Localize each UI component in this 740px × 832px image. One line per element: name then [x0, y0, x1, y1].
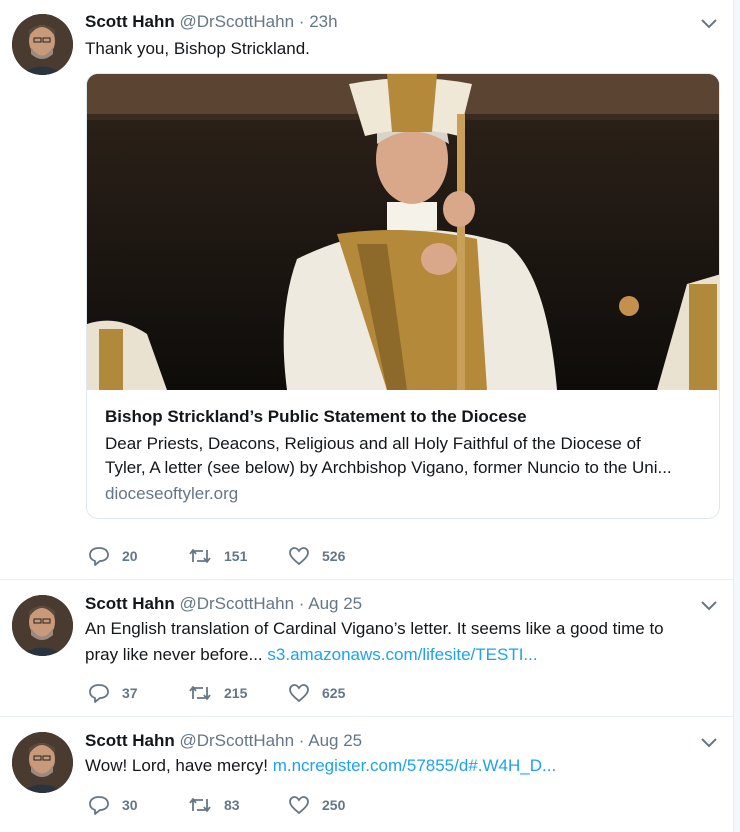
avatar-image	[12, 14, 73, 75]
card-description: Dear Priests, Deacons, Religious and all…	[105, 432, 703, 480]
author-handle[interactable]: @DrScottHahn	[179, 12, 294, 31]
like-count: 526	[322, 548, 346, 564]
reply-count: 30	[122, 797, 138, 813]
like-button[interactable]: 250	[288, 795, 345, 815]
avatar-image	[12, 595, 73, 656]
card-description-line: Tyler, A letter (see below) by Archbisho…	[105, 458, 672, 477]
author-handle[interactable]: @DrScottHahn	[179, 594, 294, 613]
tweet-text-line-2: pray like never before... s3.amazonaws.c…	[85, 642, 705, 668]
author-name[interactable]: Scott Hahn	[85, 731, 175, 750]
like-count: 250	[322, 797, 346, 813]
retweet-count: 151	[224, 548, 248, 564]
tweet-text-line: pray like never before...	[85, 645, 263, 664]
avatar[interactable]	[12, 595, 73, 656]
scrollbar-track[interactable]	[734, 0, 740, 832]
tweet[interactable]: Scott Hahn @DrScottHahn · 23h Thank you,…	[0, 0, 734, 580]
tweet-header: Scott Hahn @DrScottHahn · Aug 25	[85, 594, 362, 614]
bishop-photo	[87, 74, 719, 390]
tweet-timestamp[interactable]: Aug 25	[308, 594, 362, 613]
card-title: Bishop Strickland’s Public Statement to …	[105, 407, 527, 426]
card-description-line: Dear Priests, Deacons, Religious and all…	[105, 434, 641, 453]
author-name[interactable]: Scott Hahn	[85, 12, 175, 31]
tweet-timestamp[interactable]: Aug 25	[308, 731, 362, 750]
retweet-count: 215	[224, 685, 248, 701]
tweet-timestamp[interactable]: 23h	[309, 12, 337, 31]
retweet-icon	[189, 549, 211, 563]
tweet-text-content: Wow! Lord, have mercy!	[85, 756, 268, 775]
reply-button[interactable]: 20	[88, 546, 138, 566]
tweet-text: An English translation of Cardinal Vigan…	[85, 616, 705, 668]
avatar[interactable]	[12, 14, 73, 75]
reply-button[interactable]: 30	[88, 795, 138, 815]
retweet-button[interactable]: 215	[188, 683, 247, 703]
author-name[interactable]: Scott Hahn	[85, 594, 175, 613]
tweet-header: Scott Hahn @DrScottHahn · 23h	[85, 12, 338, 32]
retweet-count: 83	[224, 797, 240, 813]
like-button[interactable]: 526	[288, 546, 345, 566]
heart-icon	[289, 796, 309, 815]
reply-icon	[89, 547, 109, 566]
like-count: 625	[322, 685, 346, 701]
heart-icon	[289, 547, 309, 566]
chevron-down-icon[interactable]	[700, 600, 718, 612]
reply-count: 20	[122, 548, 138, 564]
tweet-link[interactable]: s3.amazonaws.com/lifesite/TESTI...	[267, 645, 537, 664]
separator: ·	[298, 594, 305, 613]
tweet-text: Wow! Lord, have mercy! m.ncregister.com/…	[85, 753, 705, 779]
card-image[interactable]	[87, 74, 719, 390]
card-body[interactable]: Bishop Strickland’s Public Statement to …	[87, 390, 719, 518]
tweet-link[interactable]: m.ncregister.com/57855/d#.W4H_D...	[273, 756, 556, 775]
reply-icon	[89, 796, 109, 815]
tweet-text-line: An English translation of Cardinal Vigan…	[85, 619, 664, 638]
avatar[interactable]	[12, 732, 73, 793]
reply-count: 37	[122, 685, 138, 701]
tweet-text: Thank you, Bishop Strickland.	[85, 39, 310, 58]
reply-icon	[89, 684, 109, 703]
reply-button[interactable]: 37	[88, 683, 138, 703]
tweet[interactable]: Scott Hahn @DrScottHahn · Aug 25 An Engl…	[0, 580, 734, 717]
retweet-button[interactable]: 151	[188, 546, 247, 566]
heart-icon	[289, 684, 309, 703]
retweet-icon	[189, 686, 211, 700]
tweet-header: Scott Hahn @DrScottHahn · Aug 25	[85, 731, 362, 751]
like-button[interactable]: 625	[288, 683, 345, 703]
separator: ·	[298, 731, 305, 750]
retweet-icon	[189, 798, 211, 812]
author-handle[interactable]: @DrScottHahn	[179, 731, 294, 750]
link-card[interactable]: Bishop Strickland’s Public Statement to …	[86, 73, 720, 519]
retweet-button[interactable]: 83	[188, 795, 240, 815]
separator: ·	[298, 12, 305, 31]
chevron-down-icon[interactable]	[700, 18, 718, 30]
timeline-feed: Scott Hahn @DrScottHahn · 23h Thank you,…	[0, 0, 734, 832]
card-domain: dioceseoftyler.org	[105, 484, 239, 503]
chevron-down-icon[interactable]	[700, 737, 718, 749]
avatar-image	[12, 732, 73, 793]
tweet[interactable]: Scott Hahn @DrScottHahn · Aug 25 Wow! Lo…	[0, 717, 734, 832]
